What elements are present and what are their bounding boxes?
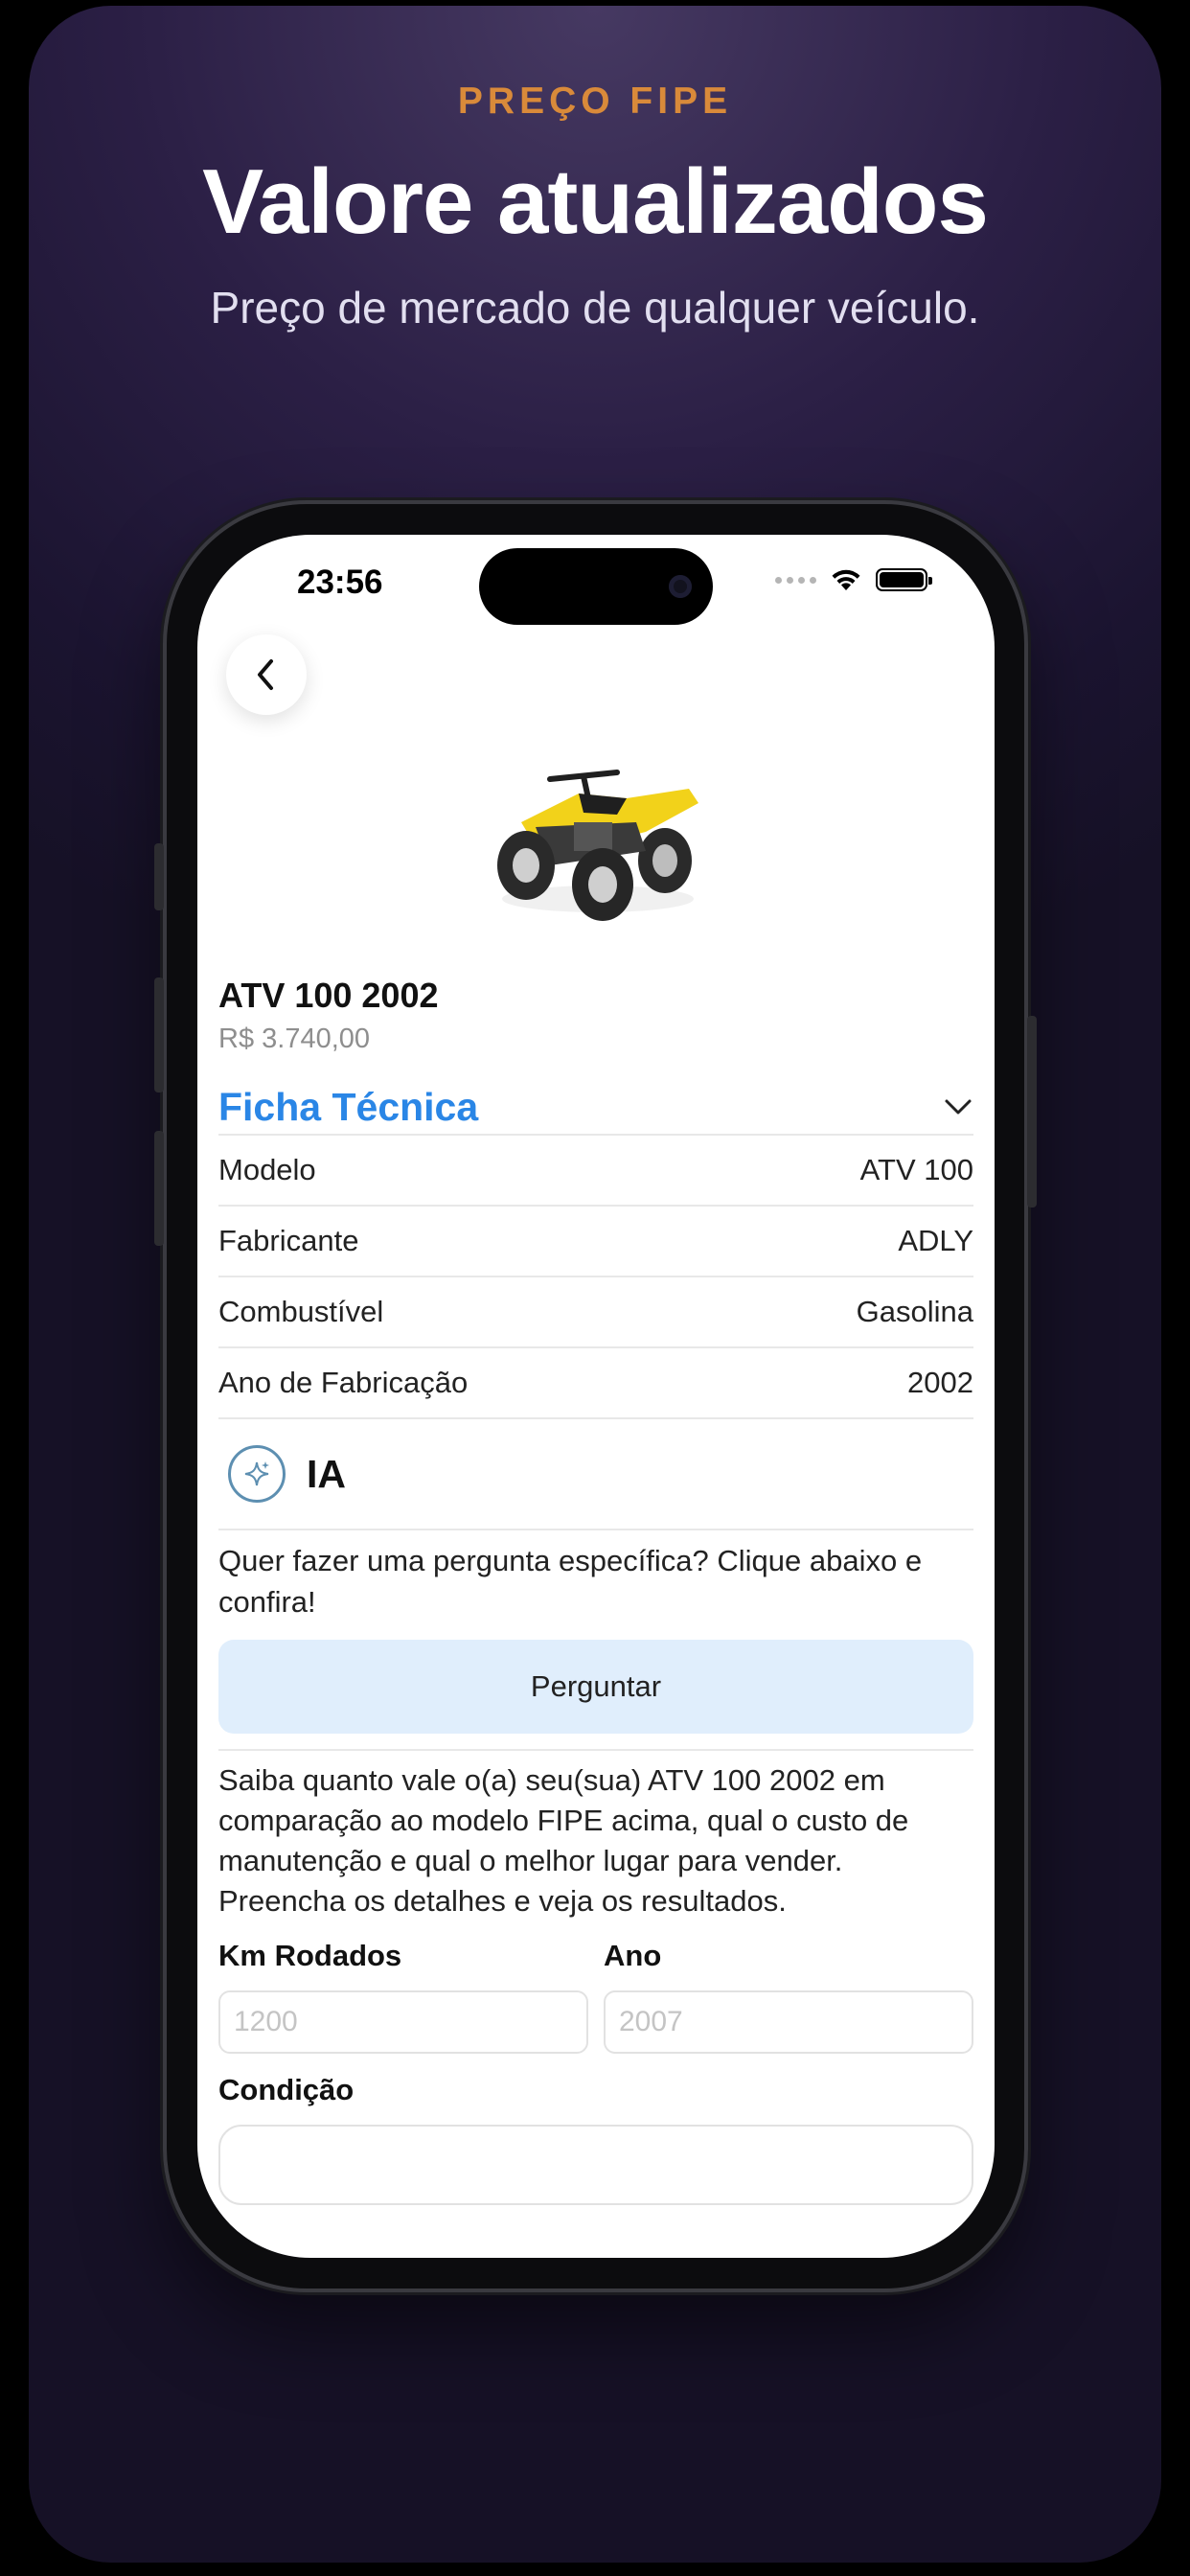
dynamic-island — [479, 548, 713, 625]
km-label: Km Rodados — [218, 1939, 402, 1972]
spec-row: Combustível Gasolina — [218, 1276, 973, 1346]
vehicle-details: ATV 100 2002 R$ 3.740,00 Ficha Técnica M… — [218, 976, 973, 2205]
spec-row: Ano de Fabricação 2002 — [218, 1346, 973, 1417]
spec-value: 2002 — [907, 1366, 973, 1399]
ano-input[interactable] — [604, 1990, 973, 2054]
vehicle-title: ATV 100 2002 — [218, 976, 439, 1015]
km-input[interactable] — [218, 1990, 588, 2054]
camera-icon — [669, 575, 692, 598]
ia-question-text: Quer fazer uma pergunta específica? Cliq… — [218, 1544, 923, 1619]
ia-section-header: IA — [218, 1417, 973, 1530]
spec-value: ADLY — [898, 1224, 973, 1257]
vehicle-price: R$ 3.740,00 — [218, 1024, 371, 1054]
spec-row: Modelo ATV 100 — [218, 1134, 973, 1205]
spec-value: Gasolina — [856, 1295, 973, 1328]
phone-side-button — [154, 843, 164, 910]
signal-dots-icon — [775, 576, 816, 584]
status-time: 23:56 — [297, 564, 383, 601]
chevron-left-icon — [258, 659, 273, 690]
status-icons — [775, 567, 932, 592]
ficha-tecnica-title: Ficha Técnica — [218, 1084, 479, 1129]
promo-eyebrow: PREÇO FIPE — [457, 80, 733, 122]
condicao-label: Condição — [218, 2073, 355, 2106]
spec-table: Modelo ATV 100 Fabricante ADLY Combustív… — [218, 1134, 973, 1417]
spec-label: Combustível — [218, 1295, 384, 1328]
phone-side-button — [154, 1131, 164, 1246]
sparkle-icon — [228, 1445, 286, 1503]
spec-label: Modelo — [218, 1153, 316, 1186]
ano-label: Ano — [604, 1939, 662, 1972]
spec-value: ATV 100 — [859, 1153, 973, 1186]
wifi-icon — [832, 569, 860, 590]
km-field-group: Km Rodados — [218, 1939, 588, 2054]
perguntar-button[interactable]: Perguntar — [218, 1640, 973, 1734]
condicao-select[interactable] — [218, 2125, 973, 2205]
battery-icon — [876, 568, 932, 591]
promo-subtitle: Preço de mercado de qualquer veículo. — [210, 283, 980, 333]
spec-row: Fabricante ADLY — [218, 1205, 973, 1276]
chevron-down-icon[interactable] — [943, 1096, 973, 1117]
ia-info-text: Saiba quanto vale o(a) seu(sua) ATV 100 … — [218, 1749, 973, 1921]
spec-label: Ano de Fabricação — [218, 1366, 469, 1399]
spec-label: Fabricante — [218, 1224, 359, 1257]
phone-side-button — [154, 978, 164, 1092]
phone-side-button — [1027, 1016, 1037, 1208]
ia-label: IA — [307, 1451, 346, 1496]
phone-screen: 23:56 ATV 100 2002 R$ 3.740,00 Ficha Téc… — [197, 535, 995, 2258]
back-button[interactable] — [226, 634, 307, 715]
promo-headline: Valore atualizados — [202, 150, 989, 253]
form-fields: Km Rodados Ano — [218, 1939, 973, 2054]
atv-quad-bike-image — [497, 770, 698, 921]
ano-field-group: Ano — [604, 1939, 973, 2054]
ficha-tecnica-header[interactable]: Ficha Técnica — [218, 1080, 973, 1134]
